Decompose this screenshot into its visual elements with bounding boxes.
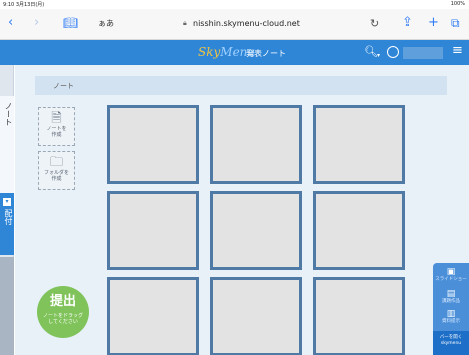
new-folder-icon: 🗀︎ [49, 155, 63, 170]
lock-icon: 🔒︎ [183, 19, 187, 27]
share-icon[interactable]: ⇪ [402, 16, 413, 30]
new-note-icon: 🗎︎ [51, 111, 62, 126]
note-thumbnail[interactable] [313, 191, 405, 270]
create-folder-button[interactable]: 🗀︎ フォルダを 作成 [38, 151, 75, 190]
note-thumbnail[interactable] [107, 191, 199, 270]
submit-drop-zone[interactable]: 提出 ノートをドラッグ してください [37, 286, 89, 338]
book-icon[interactable]: 📖︎ [63, 16, 78, 30]
submit-label: 提出 [49, 294, 76, 309]
materials-icon: ▥ [446, 309, 456, 319]
tabs-icon[interactable]: ⧉ [451, 16, 460, 30]
note-thumbnail[interactable] [107, 277, 199, 355]
text-size-button[interactable]: ぁあ [98, 18, 114, 29]
side-tabs: ノート ▾ 配付 [0, 65, 14, 355]
app-header: SkyMenu 発表ノート 🔍︎ ▾ ≡ [0, 40, 469, 65]
tab-inactive[interactable] [0, 257, 14, 355]
note-area: ノート 🗎︎ ノートを 作成 🗀︎ フォルダを 作成 提出 ノートをドラッグ し… [15, 65, 469, 355]
create-note-button[interactable]: 🗎︎ ノートを 作成 [38, 107, 75, 146]
download-icon: ▾ [3, 198, 11, 206]
tab-distribute[interactable]: ▾ 配付 [0, 193, 14, 255]
slideshow-button[interactable]: ▣ スライドショー [433, 267, 469, 282]
open-bar-button[interactable]: バーを開く skymenu [433, 331, 469, 355]
note-thumbnail[interactable] [210, 105, 302, 184]
status-time: 9:10 3月13日(月) [3, 2, 45, 8]
plus-icon[interactable]: + [428, 16, 439, 30]
tool-panel: ▣ スライドショー ▤ 課題作品 ▥ 資料提示 バーを開く skymenu [433, 263, 469, 355]
chevron-down-icon[interactable]: ▾ [377, 49, 380, 63]
note-thumbnail[interactable] [313, 277, 405, 355]
menu-icon[interactable]: ≡ [452, 44, 463, 58]
browser-toolbar: ‹ › 📖︎ ぁあ 🔒︎ nisshin.skymenu-cloud.net ↻… [0, 9, 469, 40]
breadcrumb[interactable]: ノート [35, 76, 447, 95]
tab-note[interactable]: ノート [0, 96, 14, 196]
materials-button[interactable]: ▥ 資料提示 [433, 309, 469, 324]
page-title: 発表ノート [246, 49, 286, 58]
user-name-redacted [403, 47, 443, 59]
user-icon[interactable] [387, 46, 399, 58]
note-thumbnail[interactable] [210, 277, 302, 355]
reload-icon[interactable]: ↻ [370, 17, 379, 31]
works-button[interactable]: ▤ 課題作品 [433, 289, 469, 304]
status-bar: 9:10 3月13日(月) 100% [0, 0, 469, 9]
battery-indicator: 100% [450, 1, 465, 7]
note-thumbnail[interactable] [210, 191, 302, 270]
chevron-right-icon[interactable]: › [34, 16, 39, 30]
address-bar[interactable]: nisshin.skymenu-cloud.net [193, 19, 300, 28]
slideshow-icon: ▣ [446, 267, 456, 277]
works-icon: ▤ [446, 289, 456, 299]
note-thumbnail[interactable] [313, 105, 405, 184]
note-thumbnail[interactable] [107, 105, 199, 184]
search-icon[interactable]: 🔍︎ [364, 45, 378, 59]
chevron-left-icon[interactable]: ‹ [8, 16, 13, 30]
